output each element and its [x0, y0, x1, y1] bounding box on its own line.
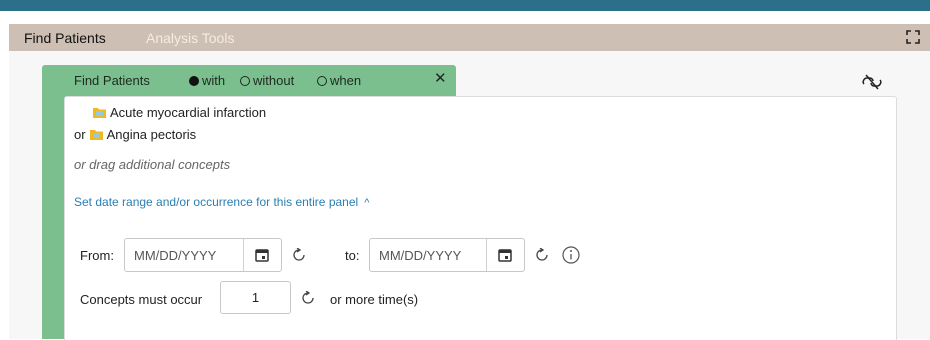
radio-dot-icon	[189, 76, 199, 86]
chevron-up-icon: ^	[364, 197, 370, 209]
reset-icon[interactable]	[301, 291, 315, 305]
app-top-bar	[0, 0, 930, 11]
date-range-toggle[interactable]: Set date range and/or occurrence for thi…	[74, 195, 369, 209]
tab-analysis-tools[interactable]: Analysis Tools	[146, 30, 234, 46]
concept-name: Acute myocardial infarction	[110, 105, 267, 120]
from-date-field[interactable]: MM/DD/YYYY	[124, 238, 282, 272]
close-icon[interactable]: ✕	[434, 71, 447, 86]
unlink-icon[interactable]	[860, 72, 884, 92]
tab-find-patients[interactable]: Find Patients	[24, 30, 106, 46]
radio-without-label: without	[253, 73, 295, 88]
concept-item[interactable]: Acute myocardial infarction	[93, 105, 266, 120]
concept-name: Angina pectoris	[106, 127, 197, 142]
folder-icon	[93, 108, 106, 118]
to-date-placeholder: MM/DD/YYYY	[379, 248, 462, 263]
from-date-placeholder: MM/DD/YYYY	[134, 248, 217, 263]
date-range-toggle-label: Set date range and/or occurrence for thi…	[74, 195, 359, 209]
folder-icon	[89, 130, 103, 140]
radio-without[interactable]: without	[240, 73, 294, 88]
expand-icon[interactable]	[906, 30, 920, 44]
field-divider	[486, 239, 487, 271]
occurrence-label: Concepts must occur	[80, 292, 203, 307]
to-label: to:	[345, 248, 360, 263]
from-label: From:	[80, 248, 114, 263]
radio-when[interactable]: when	[317, 73, 361, 88]
radio-when-label: when	[330, 73, 362, 88]
panel-title: Find Patients	[74, 73, 150, 88]
calendar-icon[interactable]	[254, 247, 270, 263]
radio-with-label: with	[202, 73, 226, 88]
concept-item[interactable]: or Angina pectoris	[74, 127, 196, 142]
reset-icon[interactable]	[292, 248, 306, 262]
occurrence-suffix: or more time(s)	[330, 292, 419, 307]
radio-with[interactable]: with	[189, 73, 225, 88]
drag-hint: or drag additional concepts	[74, 157, 231, 172]
concept-or-label: or	[74, 127, 86, 142]
info-icon[interactable]	[562, 246, 580, 264]
calendar-icon[interactable]	[497, 247, 513, 263]
to-date-field[interactable]: MM/DD/YYYY	[369, 238, 525, 272]
field-divider	[243, 239, 244, 271]
reset-icon[interactable]	[535, 248, 549, 262]
radio-dot-icon	[240, 76, 250, 86]
tab-bar: Find Patients Analysis Tools	[9, 24, 930, 51]
occurrence-count-input[interactable]: 1	[220, 281, 291, 314]
radio-dot-icon	[317, 76, 327, 86]
